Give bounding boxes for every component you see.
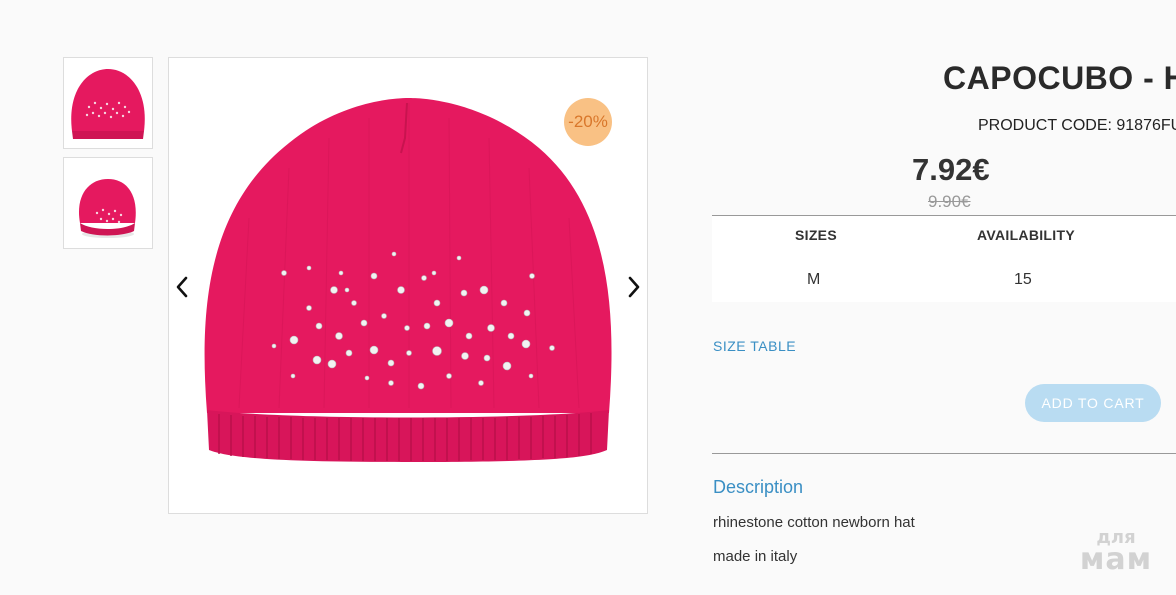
availability-header: AVAILABILITY [977, 227, 1075, 243]
gallery-thumbnail-1[interactable] [63, 57, 153, 149]
sizes-table: SIZES AVAILABILITY M 15 [712, 216, 1176, 302]
add-to-cart-button[interactable]: ADD TO CART [1025, 384, 1161, 422]
description-line: made in italy [713, 548, 798, 565]
divider-bottom [712, 453, 1176, 454]
size-table-link[interactable]: SIZE TABLE [713, 338, 796, 354]
hat-front-thumbnail [71, 69, 145, 139]
discount-badge: -20% [564, 98, 612, 146]
description-heading[interactable]: Description [713, 477, 803, 498]
old-price: 9.90€ [928, 192, 971, 211]
sizes-header: SIZES [795, 227, 837, 243]
product-title: CAPOCUBO - H [943, 60, 1176, 96]
hat-angle-thumbnail [78, 179, 136, 238]
gallery-thumbnail-2[interactable] [63, 157, 153, 249]
chevron-right-icon [628, 276, 640, 298]
availability-cell: 15 [1014, 271, 1032, 288]
watermark-line-2: мам [1079, 542, 1153, 578]
description-line: rhinestone cotton newborn hat [713, 514, 915, 531]
main-product-image: -20% [168, 57, 648, 514]
gallery-next-button[interactable] [621, 272, 647, 302]
current-price: 7.92€ [912, 152, 990, 187]
chevron-left-icon [176, 276, 188, 298]
watermark-logo: для мам [1070, 528, 1162, 578]
size-cell[interactable]: M [807, 271, 820, 289]
product-page: -20% CAPOCUBO - H PRODUCT CODE: 91876FU … [0, 0, 1176, 595]
gallery-prev-button[interactable] [169, 272, 195, 302]
product-code: PRODUCT CODE: 91876FU [978, 117, 1176, 134]
